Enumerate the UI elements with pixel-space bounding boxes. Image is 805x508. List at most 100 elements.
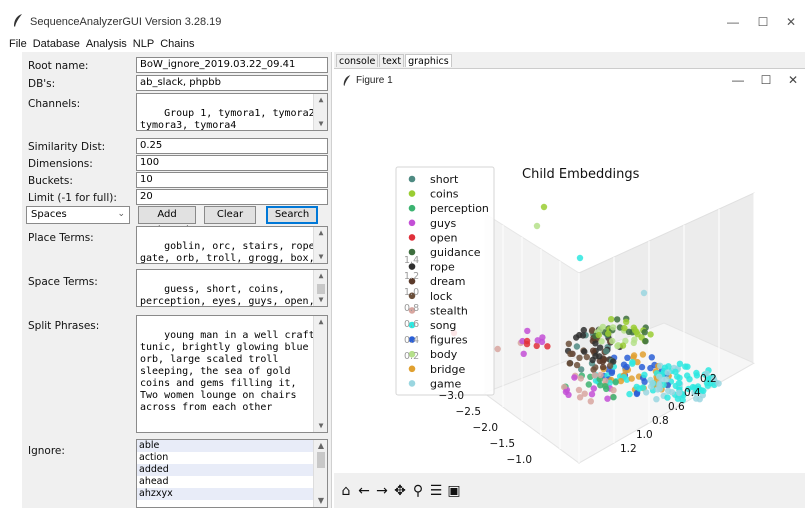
- legend-label: short: [430, 173, 459, 186]
- figure-minimize-button[interactable]: —: [729, 73, 747, 87]
- split-phrases-textarea[interactable]: young man in a well crafted tunic, brigh…: [136, 315, 328, 433]
- dbs-input[interactable]: ab_slack, phpbb: [136, 75, 328, 91]
- scatter-point: [664, 369, 671, 376]
- figure-maximize-button[interactable]: ☐: [757, 73, 775, 87]
- figure-window: Figure 1 — ☐ ✕ short coins perception guys o…: [334, 68, 805, 508]
- split-phrases-scrollbar[interactable]: ▲ ▼: [313, 316, 327, 432]
- scatter-point: [621, 324, 628, 332]
- scatter-point: [676, 360, 684, 367]
- scatter-point: [700, 387, 707, 394]
- menu-database[interactable]: Database: [30, 36, 83, 52]
- menu-chains[interactable]: Chains: [157, 36, 197, 52]
- scatter-point: [668, 389, 676, 396]
- legend-label: guys: [430, 217, 456, 230]
- maximize-button[interactable]: ☐: [752, 14, 774, 30]
- scatter-point: [642, 338, 649, 345]
- configure-icon[interactable]: ☰: [428, 483, 444, 499]
- menu-file[interactable]: File: [6, 36, 30, 52]
- x-tick-label: −2.5: [456, 406, 482, 418]
- legend-label: lock: [430, 290, 453, 303]
- menu-bar: File Database Analysis NLP Chains: [0, 36, 805, 52]
- ignore-label: Ignore:: [28, 445, 65, 457]
- z-tick-label: 1.4: [404, 255, 419, 266]
- scatter-point: [605, 330, 612, 337]
- legend-label: song: [430, 319, 456, 332]
- plot-canvas[interactable]: short coins perception guys open guidance rope…: [334, 93, 805, 473]
- root-name-input[interactable]: BoW_ignore_2019.03.22_09.41: [136, 57, 328, 73]
- y-tick-label: 0.6: [668, 401, 685, 413]
- list-item[interactable]: able: [137, 440, 313, 452]
- scatter-point: [587, 398, 594, 405]
- limit-label: Limit (-1 for full):: [28, 192, 117, 204]
- space-terms-scrollbar[interactable]: ▲ ▼: [313, 270, 327, 306]
- legend-marker: [408, 234, 416, 241]
- legend-label: rope: [430, 261, 455, 274]
- limit-input[interactable]: 20: [136, 189, 328, 205]
- legend-label: perception: [430, 202, 489, 215]
- space-terms-text: guess, short, coins, perception, eyes, g…: [140, 284, 315, 307]
- place-terms-text: goblin, orc, stairs, rope, gate, orb, tr…: [140, 241, 321, 264]
- scatter-point: [619, 342, 627, 349]
- menu-nlp[interactable]: NLP: [130, 36, 157, 52]
- ignore-scrollbar[interactable]: ▲ ▼: [313, 440, 327, 507]
- scatter-point: [520, 350, 527, 357]
- legend-label: stealth: [430, 304, 468, 317]
- scatter-point: [647, 364, 654, 372]
- home-icon[interactable]: ⌂: [338, 483, 354, 499]
- back-icon[interactable]: ←: [356, 483, 372, 499]
- tab-console[interactable]: console: [336, 54, 379, 67]
- scatter-point: [641, 371, 648, 378]
- similarity-input[interactable]: 0.25: [136, 138, 328, 154]
- legend-label: figures: [430, 334, 468, 347]
- zoom-icon[interactable]: ⚲: [410, 483, 426, 499]
- space-terms-textarea[interactable]: guess, short, coins, perception, eyes, g…: [136, 269, 328, 307]
- list-item[interactable]: ahead: [137, 476, 313, 488]
- place-terms-textarea[interactable]: goblin, orc, stairs, rope, gate, orb, tr…: [136, 226, 328, 264]
- scatter-point: [647, 331, 654, 338]
- z-tick-label: 0.4: [404, 335, 419, 346]
- place-terms-scrollbar[interactable]: ▲ ▼: [313, 227, 327, 263]
- mode-select[interactable]: Spaces ⌄: [26, 206, 130, 224]
- scatter-point: [630, 339, 637, 347]
- output-panel: console text graphics Figure 1 — ☐ ✕ sho…: [334, 52, 805, 508]
- scatter-point: [588, 391, 596, 398]
- scatter-point: [639, 351, 647, 358]
- tab-text[interactable]: text: [379, 54, 405, 67]
- close-button[interactable]: ✕: [780, 14, 802, 30]
- add-selected-button[interactable]: Add Selected: [138, 206, 196, 236]
- scatter-point: [629, 359, 636, 366]
- channels-label: Channels:: [28, 98, 81, 110]
- scatter-point: [609, 324, 617, 331]
- menu-analysis[interactable]: Analysis: [83, 36, 130, 52]
- legend-label: body: [430, 348, 458, 361]
- z-axis-ticks: 1.4 1.2 1.0 0.8 0.6 0.4 0.2: [404, 255, 419, 362]
- list-item[interactable]: action: [137, 452, 313, 464]
- search-button[interactable]: Search: [266, 206, 318, 224]
- list-item[interactable]: added: [137, 464, 313, 476]
- y-tick-label: 0.2: [700, 373, 717, 385]
- figure-close-button[interactable]: ✕: [784, 73, 802, 87]
- scatter-point: [649, 380, 656, 387]
- minimize-button[interactable]: —: [722, 14, 744, 30]
- pan-icon[interactable]: ✥: [392, 483, 408, 499]
- save-icon[interactable]: ▣: [446, 483, 462, 499]
- scatter-point: [676, 389, 683, 396]
- scatter-point: [634, 331, 641, 338]
- scatter-point: [606, 362, 614, 369]
- scatter-point: [603, 348, 610, 355]
- dimensions-input[interactable]: 100: [136, 155, 328, 171]
- scatter-point: [664, 394, 671, 401]
- legend-marker: [408, 204, 416, 212]
- channels-scrollbar[interactable]: ▲ ▼: [313, 94, 327, 130]
- scatter-point: [595, 331, 602, 339]
- tab-graphics[interactable]: graphics: [405, 54, 452, 67]
- ignore-listbox[interactable]: able action added ahead ahzxyx ▲ ▼: [136, 439, 328, 508]
- legend-label: open: [430, 231, 457, 244]
- list-item[interactable]: ahzxyx: [137, 488, 313, 500]
- buckets-input[interactable]: 10: [136, 172, 328, 188]
- clear-button[interactable]: Clear: [204, 206, 256, 224]
- channels-textarea[interactable]: Group 1, tymora1, tymora2, tymora3, tymo…: [136, 93, 328, 131]
- feather-figure-icon: [343, 75, 351, 86]
- scatter-point: [610, 387, 617, 394]
- forward-icon[interactable]: →: [374, 483, 390, 499]
